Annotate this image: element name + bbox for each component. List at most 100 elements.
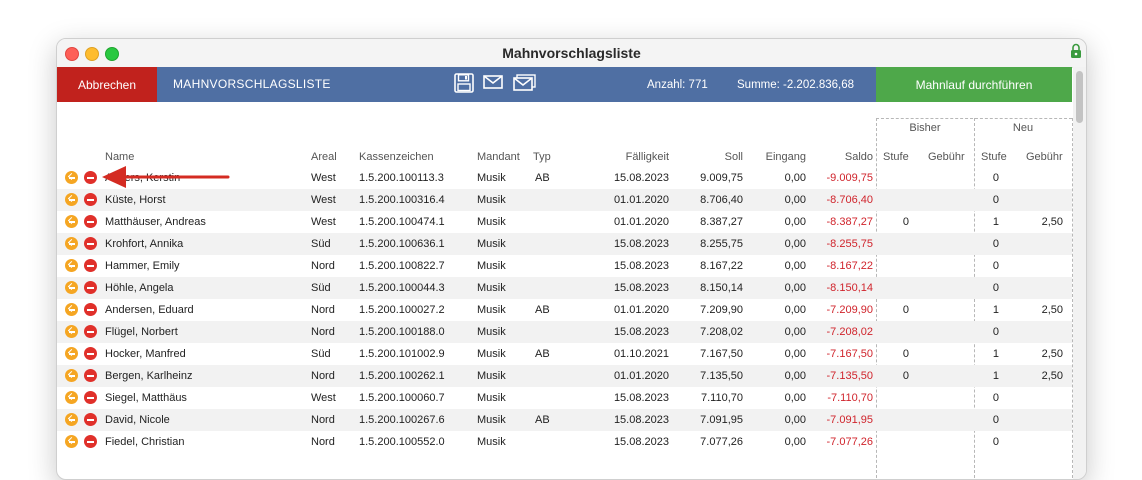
cell-gebuehr-neu	[1026, 255, 1063, 277]
cell-stufe-bisher: 0	[902, 370, 909, 382]
col-header-stufe-neu[interactable]: Stufe	[981, 151, 1007, 163]
cell-name: Hocker, Manfred	[105, 348, 186, 360]
arrow-back-icon[interactable]	[65, 325, 78, 338]
remove-icon[interactable]	[84, 391, 97, 404]
cell-saldo: -7.209,90	[826, 304, 873, 316]
cell-mandant: Musik	[477, 172, 506, 184]
arrow-back-icon[interactable]	[65, 259, 78, 272]
col-header-areal[interactable]: Areal	[311, 151, 337, 163]
cell-soll: 7.167,50	[700, 348, 743, 360]
cell-mandant: Musik	[477, 282, 506, 294]
arrow-back-icon[interactable]	[65, 237, 78, 250]
cell-gebuehr-neu	[1026, 167, 1063, 189]
cell-stufe-neu: 0	[992, 282, 999, 294]
arrow-back-icon[interactable]	[65, 215, 78, 228]
cell-stufe-bisher	[883, 167, 909, 189]
table-row[interactable]: Matthäuser, Andreas West 1.5.200.100474.1 M…	[57, 211, 1072, 233]
remove-icon[interactable]	[84, 193, 97, 206]
cell-stufe-neu: 0	[992, 326, 999, 338]
cell-gebuehr-neu	[1026, 277, 1063, 299]
cell-gebuehr-bisher	[928, 167, 964, 189]
mail-stack-icon[interactable]	[513, 74, 537, 92]
mail-icon[interactable]	[483, 75, 503, 89]
cell-stufe-bisher	[883, 431, 909, 453]
arrow-back-icon[interactable]	[65, 391, 78, 404]
arrow-back-icon[interactable]	[65, 171, 78, 184]
cell-stufe-neu: 0	[992, 172, 999, 184]
table-row[interactable]: Hocker, Manfred Süd 1.5.200.101002.9 Musik A…	[57, 343, 1072, 365]
col-header-gebuehr-bisher[interactable]: Gebühr	[928, 151, 965, 163]
remove-icon[interactable]	[84, 413, 97, 426]
remove-icon[interactable]	[84, 259, 97, 272]
table-row[interactable]: Küste, Horst West 1.5.200.100316.4 Musik 01.…	[57, 189, 1072, 211]
cell-stufe-neu: 0	[992, 414, 999, 426]
arrow-back-icon[interactable]	[65, 413, 78, 426]
table-row[interactable]: Hammer, Emily Nord 1.5.200.100822.7 Musik 15…	[57, 255, 1072, 277]
col-header-faelligkeit[interactable]: Fälligkeit	[587, 151, 669, 163]
window-title: Mahnvorschlagsliste	[502, 45, 641, 61]
cell-stufe-bisher	[883, 409, 909, 431]
cell-areal: West	[311, 392, 336, 404]
cell-mandant: Musik	[477, 238, 506, 250]
remove-icon[interactable]	[84, 369, 97, 382]
cell-faelligkeit: 01.01.2020	[613, 216, 669, 228]
remove-icon[interactable]	[84, 435, 97, 448]
table-row[interactable]: Fiedel, Christian Nord 1.5.200.100552.0 Mus…	[57, 431, 1072, 453]
remove-icon[interactable]	[84, 237, 97, 250]
col-header-eingang[interactable]: Eingang	[749, 151, 806, 163]
cell-stufe-neu: 0	[992, 194, 999, 206]
remove-icon[interactable]	[84, 347, 97, 360]
remove-icon[interactable]	[84, 325, 97, 338]
table-row[interactable]: David, Nicole Nord 1.5.200.100267.6 Musik AB…	[57, 409, 1072, 431]
col-header-typ[interactable]: Typ	[533, 151, 551, 163]
cell-areal: Nord	[311, 326, 335, 338]
cell-kassenzeichen: 1.5.200.100113.3	[359, 172, 444, 184]
cell-soll: 7.091,95	[700, 414, 743, 426]
cell-saldo: -8.150,14	[826, 282, 873, 294]
vertical-scrollbar[interactable]	[1073, 67, 1086, 479]
cell-soll: 8.167,22	[700, 260, 743, 272]
table-row[interactable]: Krohfort, Annika Süd 1.5.200.100636.1 Musik…	[57, 233, 1072, 255]
scroll-thumb[interactable]	[1076, 71, 1083, 123]
arrow-back-icon[interactable]	[65, 303, 78, 316]
cell-gebuehr-neu: 2,50	[1041, 304, 1063, 316]
cell-mandant: Musik	[477, 326, 506, 338]
cell-faelligkeit: 15.08.2023	[613, 436, 669, 448]
arrow-back-icon[interactable]	[65, 369, 78, 382]
arrow-back-icon[interactable]	[65, 347, 78, 360]
cell-soll: 7.209,90	[700, 304, 743, 316]
cell-eingang: 0,00	[784, 436, 806, 448]
cell-saldo: -7.110,70	[827, 392, 873, 404]
col-header-soll[interactable]: Soll	[677, 151, 743, 163]
col-header-saldo[interactable]: Saldo	[809, 151, 873, 163]
cell-areal: Nord	[311, 370, 335, 382]
remove-icon[interactable]	[84, 215, 97, 228]
table-row[interactable]: Flügel, Norbert Nord 1.5.200.100188.0 Musik…	[57, 321, 1072, 343]
arrow-back-icon[interactable]	[65, 193, 78, 206]
col-header-name[interactable]: Name	[105, 151, 134, 163]
col-header-kassenzeichen[interactable]: Kassenzeichen	[359, 151, 434, 163]
cell-soll: 7.110,70	[700, 392, 743, 404]
arrow-back-icon[interactable]	[65, 281, 78, 294]
sum-label: Summe: -2.202.836,68	[737, 79, 854, 91]
arrow-back-icon[interactable]	[65, 435, 78, 448]
cell-stufe-bisher	[883, 387, 909, 409]
remove-icon[interactable]	[84, 171, 97, 184]
table-row[interactable]: Höhle, Angela Süd 1.5.200.100044.3 Musik 15.…	[57, 277, 1072, 299]
table-row[interactable]: Siegel, Matthäus West 1.5.200.100060.7 Musi…	[57, 387, 1072, 409]
cell-gebuehr-bisher	[928, 255, 964, 277]
cell-mandant: Musik	[477, 216, 506, 228]
lock-icon[interactable]	[1070, 43, 1082, 59]
table-row[interactable]: Bergen, Karlheinz Nord 1.5.200.100262.1 Mus…	[57, 365, 1072, 387]
cancel-button[interactable]: Abbrechen	[57, 67, 157, 102]
cell-saldo: -8.167,22	[826, 260, 873, 272]
run-dunning-button[interactable]: Mahnlauf durchführen	[876, 67, 1072, 102]
cell-kassenzeichen: 1.5.200.100474.1	[359, 216, 445, 228]
col-header-mandant[interactable]: Mandant	[477, 151, 520, 163]
save-icon[interactable]	[454, 73, 474, 93]
col-header-stufe-bisher[interactable]: Stufe	[883, 151, 909, 163]
col-header-gebuehr-neu[interactable]: Gebühr	[1026, 151, 1063, 163]
remove-icon[interactable]	[84, 303, 97, 316]
remove-icon[interactable]	[84, 281, 97, 294]
table-row[interactable]: Andersen, Eduard Nord 1.5.200.100027.2 Musi…	[57, 299, 1072, 321]
